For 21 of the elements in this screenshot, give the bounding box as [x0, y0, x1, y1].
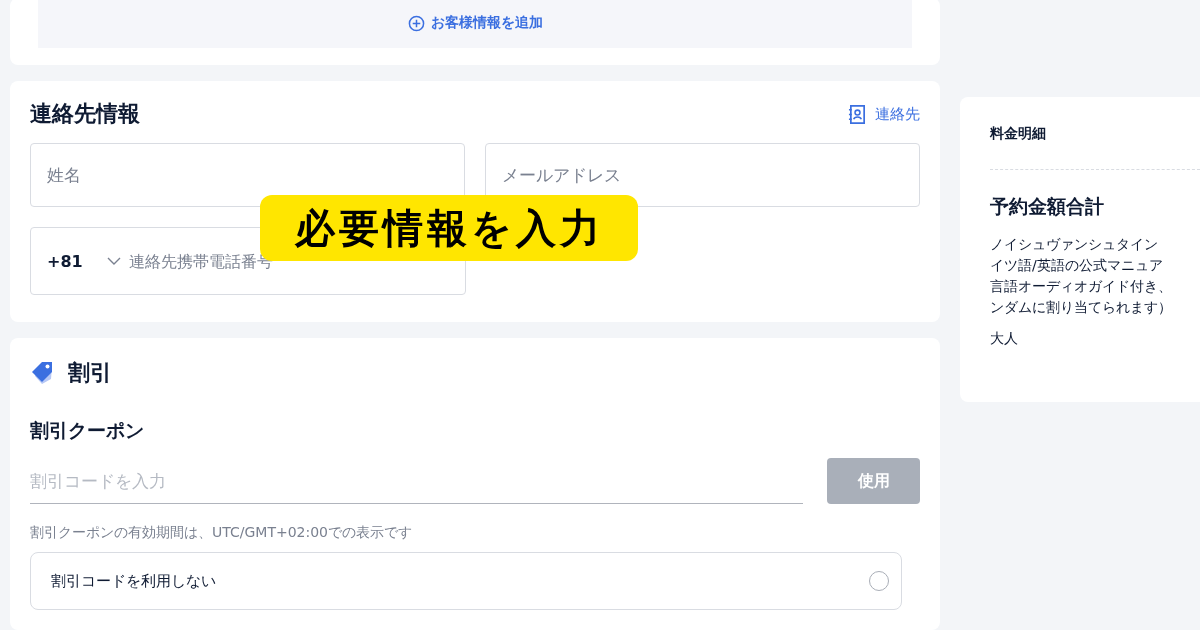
plus-circle-icon	[407, 14, 425, 32]
section-title: 割引	[68, 359, 112, 387]
total-title: 予約金額合計	[990, 194, 1105, 219]
coupon-option[interactable]: 割引コードを利用しない	[30, 552, 902, 610]
ticket-type: 大人	[990, 330, 1019, 348]
country-code: +81	[47, 252, 84, 271]
section-title: 連絡先情報	[30, 100, 140, 129]
coupon-title: 割引クーポン	[30, 418, 145, 443]
chevron-down-icon	[107, 257, 121, 266]
contacts-link[interactable]: 連絡先	[848, 105, 920, 124]
description-line: ノイシュヴァンシュタイン	[990, 235, 1159, 254]
add-customer-button[interactable]: お客様情報を追加	[407, 14, 543, 32]
contact-card-icon	[848, 105, 867, 124]
email-field[interactable]: メールアドレス	[485, 143, 920, 208]
validity-note: 割引クーポンの有効期間は、UTC/GMT+02:00での表示です	[30, 524, 414, 542]
option-label: 割引コードを利用しない	[51, 571, 216, 591]
description-line: 言語オーディオガイド付き、	[990, 277, 1173, 296]
price-details-title: 料金明細	[990, 125, 1047, 143]
name-field[interactable]: 姓名	[30, 143, 465, 208]
description-line: イツ語/英語の公式マニュア	[990, 256, 1164, 275]
description-line: ンダムに割り当てられます）	[990, 298, 1173, 317]
